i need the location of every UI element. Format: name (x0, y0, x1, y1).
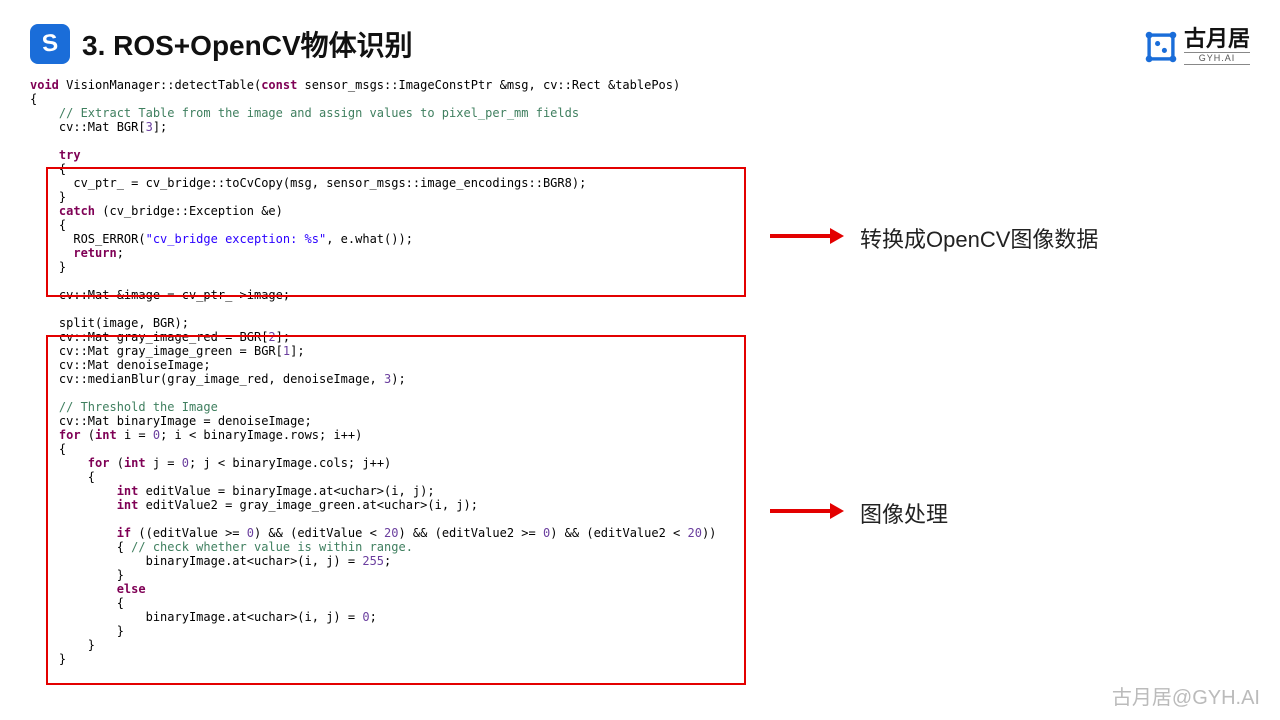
arrow-head-icon (830, 503, 844, 519)
brand-icon (1144, 30, 1178, 64)
arrow-head-icon (830, 228, 844, 244)
arrow-1 (770, 228, 844, 244)
annotation-1: 转换成OpenCV图像数据 (860, 222, 1098, 254)
brand-text: 古月居 GYH.AI (1184, 28, 1250, 65)
annotation-2: 图像处理 (860, 497, 948, 529)
arrow-line-icon (770, 509, 830, 513)
brand-logo: 古月居 GYH.AI (1144, 28, 1250, 65)
brand-cn: 古月居 (1184, 28, 1250, 50)
arrow-line-icon (770, 234, 830, 238)
logo-letter: S (41, 29, 59, 58)
arrow-2 (770, 503, 844, 519)
code-content: void VisionManager::detectTable(const se… (30, 78, 1250, 666)
watermark: 古月居@GYH.AI (1112, 681, 1260, 710)
slide-header: S 3. ROS+OpenCV物体识别 (0, 0, 1280, 74)
slide-title: 3. ROS+OpenCV物体识别 (82, 24, 413, 64)
brand-en: GYH.AI (1184, 52, 1250, 65)
logo-icon: S (30, 24, 70, 64)
code-block: void VisionManager::detectTable(const se… (30, 78, 1250, 666)
